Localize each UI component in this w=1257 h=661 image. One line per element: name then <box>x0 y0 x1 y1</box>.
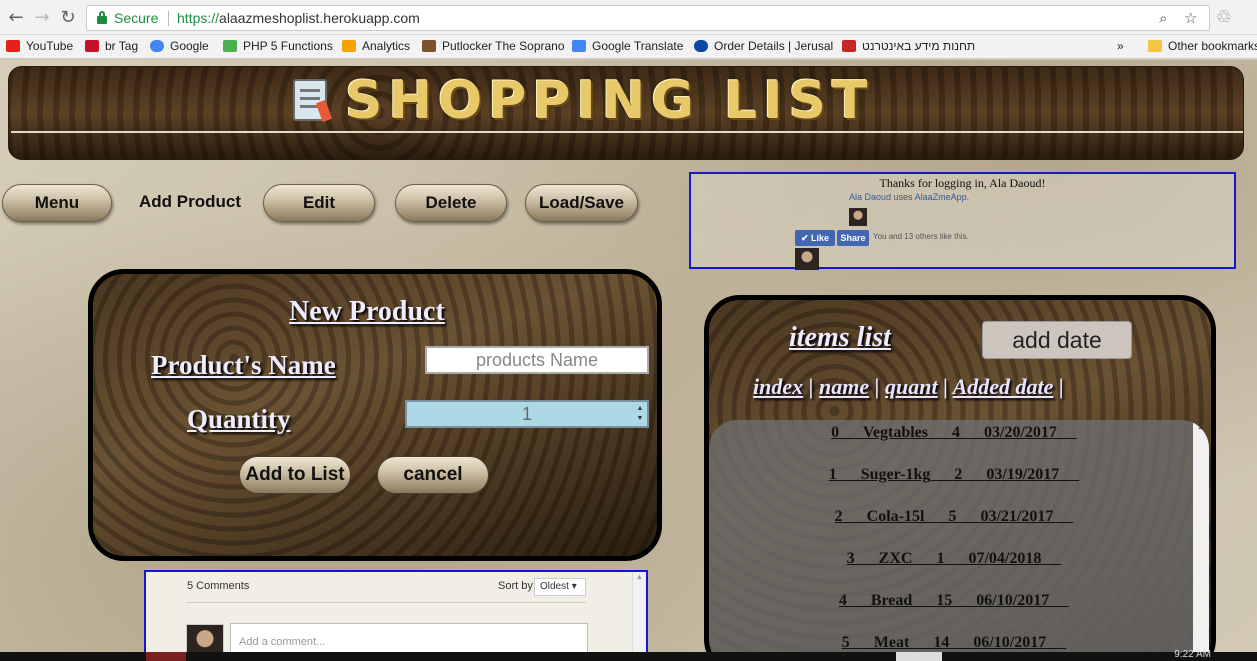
url-text: https://alaazmeshoplist.herokuapp.com <box>177 10 420 26</box>
likes-text: You and 13 others like this. <box>873 232 969 241</box>
header-name: name <box>818 374 870 399</box>
taskbar-button[interactable] <box>896 652 942 661</box>
film-icon <box>422 40 436 52</box>
add-date-button[interactable]: add date <box>982 321 1132 359</box>
bookmark-putlocker[interactable]: Putlocker The Soprano <box>422 39 565 53</box>
like-button[interactable]: ✔ Like <box>795 230 835 246</box>
bookmark-google-translate[interactable]: Google Translate <box>572 39 683 53</box>
extension-icon[interactable]: ♲ <box>1214 8 1234 28</box>
header-banner: SHOPPING LIST <box>8 66 1244 160</box>
list-item[interactable]: 2 Cola-15l 5 03/21/2017 <box>709 508 1199 526</box>
quantity-stepper[interactable]: 1 ▲ ▼ <box>405 400 649 428</box>
folder-icon <box>1148 40 1162 52</box>
sort-select[interactable]: Oldest ▾ <box>534 578 586 596</box>
taskbar-button[interactable] <box>146 652 186 661</box>
facebook-widget: Thanks for logging in, Ala Daoud! Ala Da… <box>689 172 1236 270</box>
bookmarks-overflow-icon[interactable]: » <box>1117 39 1124 53</box>
new-product-title: New Product <box>289 296 445 327</box>
address-bar[interactable]: Secure https://alaazmeshoplist.herokuapp… <box>86 5 1210 31</box>
comment-count: 5 Comments <box>187 580 250 592</box>
items-list-scrollbar[interactable] <box>1193 420 1209 652</box>
avatar <box>795 248 819 270</box>
chevron-down-icon: ▾ <box>571 581 577 592</box>
page: SHOPPING LIST Menu Add Product Edit Dele… <box>0 60 1257 652</box>
add-to-list-button[interactable]: Add to List <box>239 456 351 494</box>
html-icon <box>85 40 99 52</box>
star-icon[interactable]: ☆ <box>1184 9 1197 27</box>
login-thanks-text: Thanks for logging in, Ala Daoud! <box>879 176 1046 190</box>
bookmark-other[interactable]: Other bookmarks <box>1148 39 1257 53</box>
quantity-value: 1 <box>521 404 532 424</box>
items-list-title: items list <box>789 322 891 353</box>
app-title: SHOPPING LIST <box>345 71 874 131</box>
comments-scrollbar[interactable] <box>632 572 646 652</box>
share-button[interactable]: Share <box>837 230 869 246</box>
header-quant: quant <box>884 374 938 399</box>
edit-button[interactable]: Edit <box>263 184 375 222</box>
back-icon[interactable]: ← <box>6 8 26 28</box>
reload-icon[interactable]: ↻ <box>58 8 78 28</box>
bird-icon <box>842 40 856 52</box>
avatar <box>849 208 867 226</box>
cancel-button[interactable]: cancel <box>377 456 489 494</box>
list-header: index | name | quant | Added date | <box>753 374 1064 399</box>
forward-icon[interactable]: → <box>32 8 52 28</box>
banner-divider <box>11 131 1243 133</box>
delete-button[interactable]: Delete <box>395 184 507 222</box>
comments-divider <box>186 602 586 603</box>
youtube-icon <box>6 40 20 52</box>
menu-button[interactable]: Menu <box>2 184 112 222</box>
product-name-label: Product's Name <box>151 350 336 380</box>
browser-toolbar: ← → ↻ Secure https://alaazmeshoplist.her… <box>0 0 1257 35</box>
items-list-panel: items list add date index | name | quant… <box>704 295 1216 652</box>
comment-input[interactable]: Add a comment... <box>230 623 588 652</box>
google-icon <box>150 40 164 52</box>
header-added-date: Added date <box>952 374 1054 399</box>
bookmarks-bar: YouTube br Tag Google PHP 5 Functions An… <box>0 35 1257 59</box>
secure-label: Secure <box>114 10 159 26</box>
site-icon <box>694 40 708 52</box>
bookmark-google[interactable]: Google <box>150 39 209 53</box>
taskbar: 9:22 AM <box>0 649 1257 661</box>
list-item[interactable]: 0 Vegtables 4 03/20/2017 <box>709 424 1199 442</box>
app-link[interactable]: AlaaZmeApp <box>915 192 967 202</box>
sort-label: Sort by <box>498 580 533 592</box>
lock-icon <box>97 11 107 24</box>
bookmark-order-details[interactable]: Order Details | Jerusal <box>694 39 833 53</box>
bookmark-analytics[interactable]: Analytics <box>342 39 410 53</box>
spinner-arrows-icon[interactable]: ▲ ▼ <box>635 404 645 424</box>
comments-widget: 5 Comments Sort by Oldest ▾ Add a commen… <box>144 570 648 652</box>
load-save-button[interactable]: Load/Save <box>525 184 638 222</box>
bookmark-php[interactable]: PHP 5 Functions <box>223 39 333 53</box>
clock: 9:22 AM <box>1174 649 1211 660</box>
bookmark-br-tag[interactable]: br Tag <box>85 39 138 53</box>
header-index: index <box>753 374 804 399</box>
items-list: 0 Vegtables 4 03/20/2017 1 Suger-1kg 2 0… <box>709 420 1209 652</box>
omnibox-separator <box>168 11 169 26</box>
bookmark-hebrew[interactable]: תחנות מידע באינטרנט <box>842 39 975 53</box>
avatar <box>186 624 224 652</box>
quantity-label: Quantity <box>187 404 291 434</box>
new-product-panel: New Product Product's Name products Name… <box>88 269 662 561</box>
php-icon <box>223 40 237 52</box>
list-item[interactable]: 3 ZXC 1 07/04/2018 <box>709 550 1199 568</box>
user-link[interactable]: Ala Daoud <box>849 192 891 202</box>
clipboard-icon <box>293 79 327 121</box>
bookmark-youtube[interactable]: YouTube <box>6 39 73 53</box>
list-item[interactable]: 4 Bread 15 06/10/2017 <box>709 592 1199 610</box>
product-name-input[interactable]: products Name <box>425 346 649 374</box>
translate-icon <box>572 40 586 52</box>
list-item[interactable]: 1 Suger-1kg 2 03/19/2017 <box>709 466 1199 484</box>
add-product-button[interactable]: Add Product <box>139 184 241 222</box>
analytics-icon <box>342 40 356 52</box>
app-usage-text: Ala Daoud uses AlaaZmeApp. <box>849 192 970 202</box>
zoom-icon[interactable]: ⌕ <box>1159 9 1167 27</box>
list-item[interactable]: 5 Meat 14 06/10/2017 <box>709 634 1199 652</box>
